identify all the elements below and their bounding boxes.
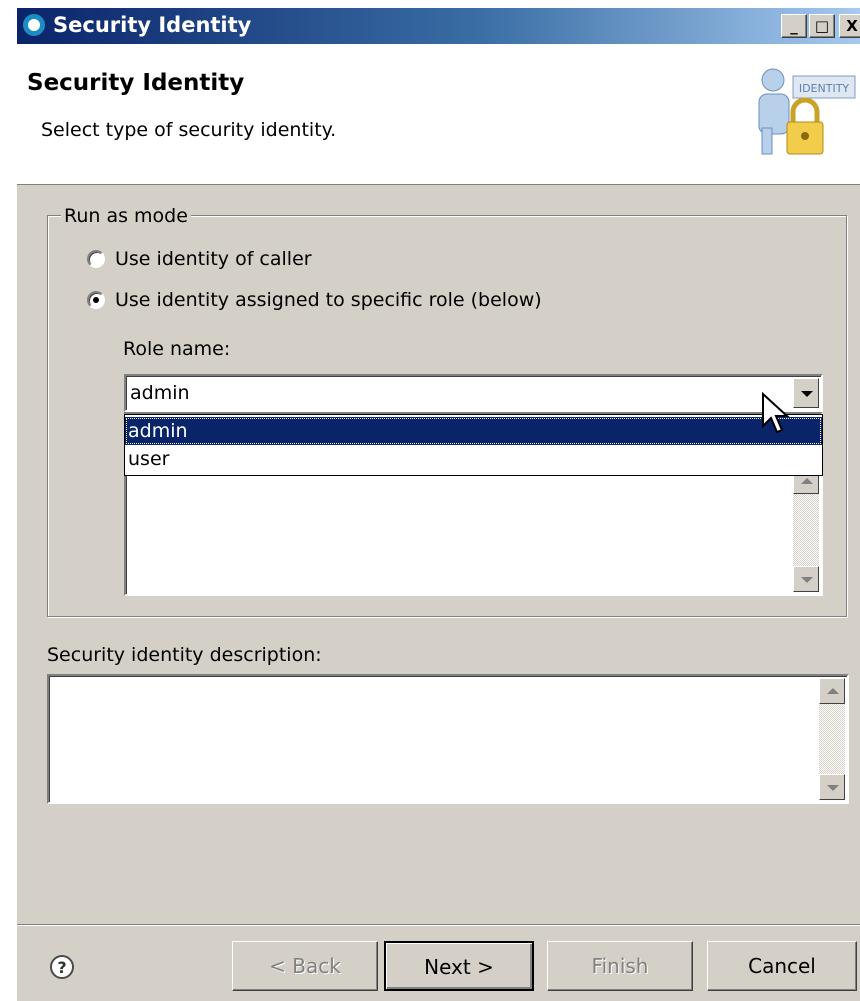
dropdown-option-admin[interactable]: admin xyxy=(125,417,822,445)
next-button[interactable]: Next > xyxy=(384,941,534,991)
title-bar[interactable]: Security Identity _ □ X xyxy=(17,8,860,44)
help-glyph: ? xyxy=(57,958,66,977)
window-title: Security Identity xyxy=(53,13,252,37)
logo-text: IDENTITY xyxy=(799,82,850,95)
chevron-down-icon[interactable] xyxy=(793,378,819,408)
role-name-combo[interactable]: admin xyxy=(124,374,823,412)
close-button[interactable]: X xyxy=(839,14,860,38)
identity-lock-icon: IDENTITY xyxy=(758,68,856,155)
back-button[interactable]: < Back xyxy=(232,941,378,991)
dropdown-option-user[interactable]: user xyxy=(125,445,822,473)
radio-use-role-identity[interactable]: Use identity assigned to specific role (… xyxy=(87,289,542,311)
description-label: Security identity description: xyxy=(47,644,322,666)
page-title: Security Identity xyxy=(27,70,245,96)
footer-separator xyxy=(17,924,860,926)
mouse-cursor-icon xyxy=(762,392,790,434)
maximize-button[interactable]: □ xyxy=(809,14,835,38)
page-description: Select type of security identity. xyxy=(41,119,337,141)
radio-button[interactable] xyxy=(87,250,105,268)
radio-label: Use identity assigned to specific role (… xyxy=(115,289,542,311)
scroll-up-icon[interactable] xyxy=(819,678,845,704)
security-identity-dialog: Security Identity _ □ X Security Identit… xyxy=(16,8,860,1001)
role-dropdown-list: admin user xyxy=(124,414,823,476)
description-scrollbar[interactable] xyxy=(819,678,845,800)
cancel-button[interactable]: Cancel xyxy=(707,941,857,991)
role-name-value: admin xyxy=(130,382,190,404)
wizard-header: Security Identity Select type of securit… xyxy=(17,44,860,185)
app-icon xyxy=(23,14,45,36)
radio-use-caller-identity[interactable]: Use identity of caller xyxy=(87,248,312,270)
run-as-mode-legend: Run as mode xyxy=(61,205,191,227)
finish-button[interactable]: Finish xyxy=(547,941,693,991)
scroll-down-icon[interactable] xyxy=(793,566,819,592)
minimize-button[interactable]: _ xyxy=(781,14,807,38)
description-textarea[interactable] xyxy=(47,674,849,804)
help-icon[interactable]: ? xyxy=(49,954,75,980)
radio-label: Use identity of caller xyxy=(115,248,312,270)
scroll-down-icon[interactable] xyxy=(819,774,845,800)
role-name-label: Role name: xyxy=(123,338,231,360)
radio-button-selected[interactable] xyxy=(87,291,105,309)
